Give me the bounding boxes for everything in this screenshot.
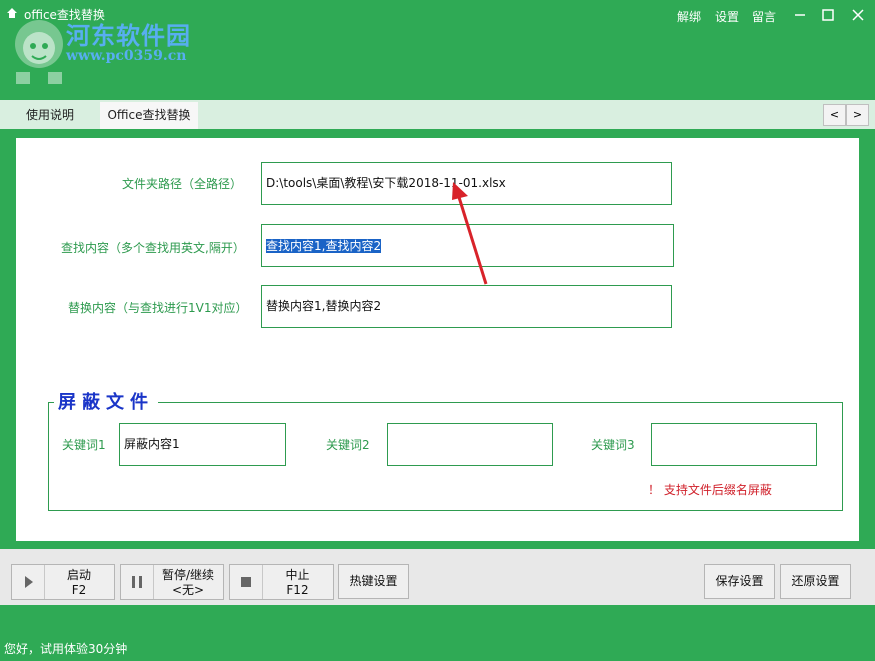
watermark-logo (15, 20, 63, 84)
red-arrow-annotation (452, 182, 488, 285)
start-button[interactable]: 启动 F2 (11, 564, 115, 600)
suffix-block-note: ！ 支持文件后缀名屏蔽 (648, 483, 772, 497)
find-content-label: 查找内容（多个查找用英文,隔开） (61, 241, 245, 255)
keyword1-label: 关键词1 (62, 438, 106, 452)
keyword1-input[interactable]: 屏蔽内容1 (119, 423, 286, 466)
tab-instructions[interactable]: 使用说明 (16, 102, 84, 129)
keyword3-label: 关键词3 (591, 438, 635, 452)
status-text: 您好，试用体验30分钟 (4, 642, 128, 656)
tab-office-replace[interactable]: Office查找替换 (100, 102, 198, 129)
save-settings-button[interactable]: 保存设置 (704, 564, 775, 599)
play-icon (25, 565, 45, 599)
tab-next-button[interactable]: > (846, 104, 869, 126)
folder-path-label: 文件夹路径（全路径） (122, 177, 243, 191)
maximize-icon[interactable] (818, 5, 838, 25)
pause-button[interactable]: 暂停/继续 <无> (120, 564, 224, 600)
start-key: F2 (71, 583, 87, 597)
keyword2-input[interactable] (387, 423, 553, 466)
message-link[interactable]: 留言 (752, 8, 776, 25)
replace-content-value: 替换内容1,替换内容2 (266, 299, 382, 313)
keyword1-value: 屏蔽内容1 (124, 437, 180, 451)
find-content-value: 查找内容1,查找内容2 (266, 239, 382, 253)
pause-key: <无> (171, 583, 205, 597)
stop-key: F12 (286, 583, 309, 597)
hotkey-settings-button[interactable]: 热键设置 (338, 564, 409, 599)
restore-settings-button[interactable]: 还原设置 (780, 564, 851, 599)
stop-button[interactable]: 中止 F12 (229, 564, 334, 600)
keyword2-label: 关键词2 (326, 438, 370, 452)
close-icon[interactable] (848, 5, 868, 25)
replace-content-label: 替换内容（与查找进行1V1对应） (68, 301, 248, 315)
stop-icon (241, 565, 263, 599)
unbind-link[interactable]: 解绑 (677, 8, 701, 25)
replace-content-input[interactable]: 替换内容1,替换内容2 (261, 285, 672, 328)
settings-link[interactable]: 设置 (715, 8, 739, 25)
watermark-name: 河东软件园 (66, 21, 191, 50)
tab-bar: 使用说明 Office查找替换 < > (0, 100, 875, 129)
watermark-url: www.pc0359.cn (66, 48, 187, 64)
title-bar: office查找替换 河东软件园 www.pc0359.cn 解绑 设置 留言 (0, 0, 875, 100)
block-files-legend: 屏蔽文件 (54, 388, 158, 414)
pause-label: 暂停/继续 (161, 568, 215, 582)
keyword3-input[interactable] (651, 423, 817, 466)
minimize-icon[interactable] (790, 5, 810, 25)
stop-label: 中止 (285, 568, 310, 582)
start-label: 启动 (66, 568, 91, 582)
tab-prev-button[interactable]: < (823, 104, 846, 126)
pause-icon (132, 565, 154, 599)
